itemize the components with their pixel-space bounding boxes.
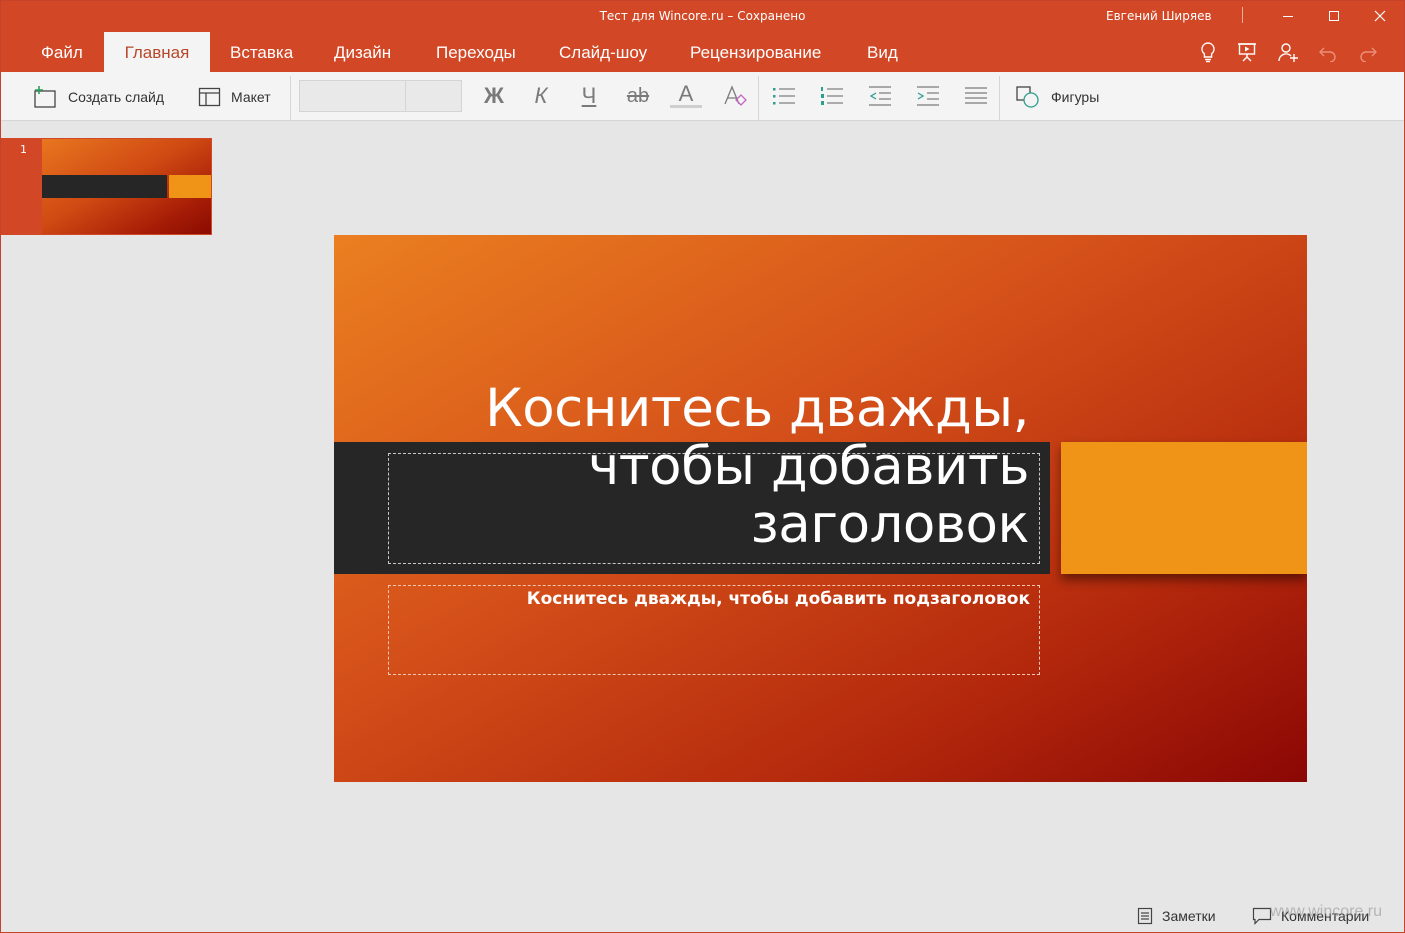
undo-button[interactable] [1316,40,1340,64]
subtitle-placeholder-text[interactable]: Коснитесь дважды, чтобы добавить подзаго… [388,589,1030,609]
align-text-icon [965,87,987,104]
minimize-button[interactable] [1265,0,1311,32]
bullets-button[interactable] [768,82,800,110]
numbering-button[interactable] [816,82,848,110]
notes-button[interactable]: Заметки [1137,898,1216,933]
tell-me-button[interactable] [1196,40,1220,64]
increase-indent-button[interactable] [912,82,944,110]
align-button[interactable] [960,82,992,110]
underline-icon: Ч [581,83,597,108]
minimize-icon [1283,16,1293,17]
redo-button[interactable] [1356,40,1380,64]
clear-format-button[interactable] [719,82,751,110]
slide-number: 1 [20,143,27,156]
font-name-box[interactable] [299,80,406,112]
notes-icon [1137,907,1153,924]
tab-insert[interactable]: Вставка [230,32,293,72]
new-slide-label: Создать слайд [68,88,165,105]
toolbar-separator [999,76,1000,120]
toolbar-separator [758,76,759,120]
bold-icon: Ж [484,83,504,108]
tab-review[interactable]: Рецензирование [690,32,821,72]
decrease-indent-button[interactable] [864,82,896,110]
decrease-indent-icon [869,86,891,106]
comments-label: Комментарии [1281,907,1370,924]
clear-format-icon [724,85,747,106]
italic-button[interactable]: К [525,82,557,110]
user-name[interactable]: Евгений Ширяев [1106,9,1212,23]
bullet-list-icon [773,88,795,105]
thumbnail-accent [169,175,211,198]
tab-slideshow[interactable]: Слайд-шоу [559,32,647,72]
tab-file[interactable]: Файл [41,32,83,72]
notes-label: Заметки [1162,907,1216,924]
home-toolbar: Создать слайд Макет Ж К Ч ab A Фигуры [0,72,1405,121]
font-size-box[interactable] [405,80,462,112]
font-color-icon: A [678,80,694,106]
toolbar-separator [290,76,291,120]
new-slide-button[interactable]: Создать слайд [32,72,164,121]
increase-indent-icon [917,86,939,106]
bold-button[interactable]: Ж [478,82,510,110]
ribbon-tabs: Файл Главная Вставка Дизайн Переходы Сла… [0,32,1405,72]
comments-button[interactable]: Комментарии [1252,898,1369,933]
present-button[interactable] [1235,40,1259,64]
tab-view[interactable]: Вид [867,32,898,72]
close-button[interactable] [1357,0,1403,32]
redo-icon [1360,47,1377,62]
shapes-button[interactable]: Фигуры [1015,72,1099,121]
strikethrough-icon: ab [626,84,650,107]
tab-home[interactable]: Главная [104,32,210,72]
slide-thumbnail[interactable]: 1 [1,138,212,235]
undo-icon [1319,47,1336,62]
tab-transitions[interactable]: Переходы [436,32,516,72]
maximize-button[interactable] [1311,0,1357,32]
lightbulb-icon [1201,42,1215,63]
layout-label: Макет [231,88,271,105]
tab-design[interactable]: Дизайн [334,32,391,72]
thumbnail-preview [42,139,211,234]
numbered-list-icon [821,87,843,105]
italic-icon: К [534,83,548,108]
underline-button[interactable]: Ч [573,82,605,110]
close-icon [1374,10,1386,22]
title-bar: Тест для Wincore.ru – Сохранено Евгений … [0,0,1405,32]
slide-canvas[interactable]: Коснитесь дважды, чтобы добавить заголов… [334,235,1307,782]
shapes-icon [1016,85,1039,108]
title-separator [1242,7,1243,23]
maximize-icon [1329,11,1339,21]
share-person-icon [1278,43,1298,62]
thumbnail-dark-band [42,175,167,198]
slide-accent-block [1061,442,1307,574]
title-placeholder-text[interactable]: Коснитесь дважды, чтобы добавить заголов… [388,380,1029,554]
present-icon [1238,43,1256,62]
layout-icon [198,87,221,106]
comment-icon [1252,907,1272,925]
new-slide-icon [34,85,56,108]
shapes-label: Фигуры [1051,88,1100,105]
status-bar: Заметки Комментарии [0,898,1405,933]
share-button[interactable] [1276,40,1300,64]
font-color-button[interactable]: A [670,80,702,108]
layout-button[interactable]: Макет [198,72,271,121]
strikethrough-button[interactable]: ab [622,82,654,110]
